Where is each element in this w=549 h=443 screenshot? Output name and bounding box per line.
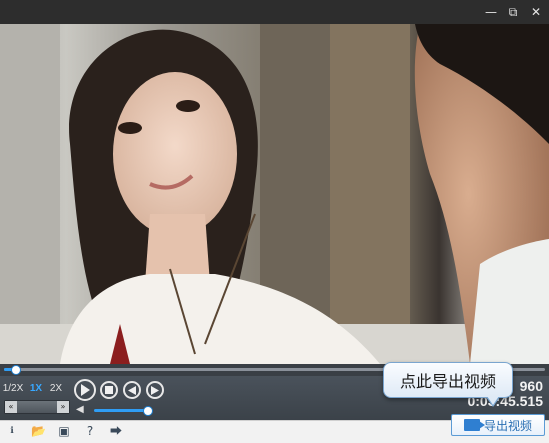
share-icon[interactable]: ⮕ bbox=[109, 424, 123, 438]
open-folder-icon[interactable]: 📂 bbox=[31, 424, 46, 438]
previous-icon bbox=[128, 385, 136, 395]
step-forward-icon[interactable]: » bbox=[57, 401, 69, 413]
export-tooltip-text: 点此导出视频 bbox=[399, 374, 496, 391]
stop-icon bbox=[105, 386, 113, 394]
title-bar: — ⧉ ✕ bbox=[0, 0, 549, 24]
volume-icon[interactable]: ◀ bbox=[76, 405, 86, 415]
step-back-icon[interactable]: « bbox=[5, 401, 17, 413]
save-icon[interactable]: ▣ bbox=[57, 424, 71, 438]
close-icon[interactable]: ✕ bbox=[526, 3, 546, 21]
video-frame[interactable] bbox=[0, 24, 549, 364]
restore-icon[interactable]: ⧉ bbox=[503, 3, 523, 21]
next-icon bbox=[151, 385, 159, 395]
help-icon[interactable]: ? bbox=[83, 424, 97, 438]
tooltip-pointer-inner bbox=[487, 396, 499, 405]
export-video-label: 导出视频 bbox=[483, 418, 532, 433]
video-info-icon[interactable]: ℹ bbox=[5, 424, 19, 438]
stop-button[interactable] bbox=[100, 381, 118, 399]
speed-2x-button[interactable]: 2X bbox=[48, 382, 64, 396]
export-video-button[interactable]: 导出视频 bbox=[451, 414, 545, 436]
volume-slider[interactable] bbox=[94, 409, 148, 412]
play-icon bbox=[81, 384, 90, 396]
minimize-icon[interactable]: — bbox=[481, 3, 501, 21]
frame-step-control: « » bbox=[4, 400, 70, 414]
previous-frame-button[interactable] bbox=[123, 381, 141, 399]
video-image bbox=[0, 24, 549, 364]
seek-handle[interactable] bbox=[10, 365, 21, 375]
play-button[interactable] bbox=[74, 379, 96, 401]
speed-1x-button[interactable]: 1X bbox=[28, 382, 44, 396]
speed-half-button[interactable]: 1/2X bbox=[2, 382, 24, 396]
next-frame-button[interactable] bbox=[146, 381, 164, 399]
export-icon bbox=[463, 419, 485, 431]
time-readout-top: 960 bbox=[519, 378, 543, 394]
volume-handle[interactable] bbox=[143, 406, 154, 416]
export-tooltip: 点此导出视频 bbox=[383, 362, 513, 398]
